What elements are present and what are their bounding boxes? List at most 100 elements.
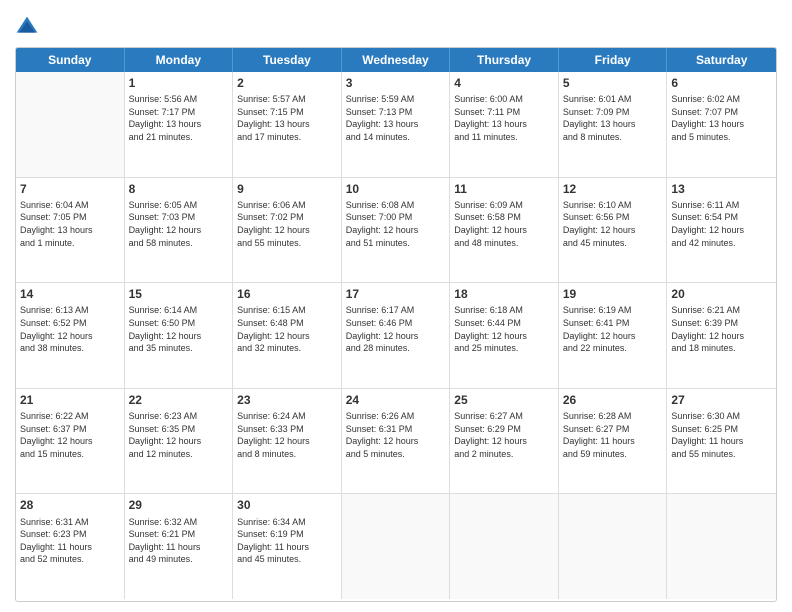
cell-info: Sunrise: 6:00 AM Sunset: 7:11 PM Dayligh… — [454, 93, 554, 143]
cal-cell-day-26: 26 Sunrise: 6:28 AM Sunset: 6:27 PM Dayli… — [559, 389, 668, 494]
header-day-wednesday: Wednesday — [342, 48, 451, 72]
day-number: 2 — [237, 75, 337, 91]
header-day-sunday: Sunday — [16, 48, 125, 72]
day-number: 14 — [20, 286, 120, 302]
cal-row-3: 14 Sunrise: 6:13 AM Sunset: 6:52 PM Dayli… — [16, 283, 776, 389]
cal-cell-day-28: 28Sunrise: 6:31 AM Sunset: 6:23 PM Dayli… — [16, 494, 125, 599]
cal-cell-day-30: 30 Sunrise: 6:34 AM Sunset: 6:19 PM Dayli… — [233, 494, 342, 599]
cell-info: Sunrise: 5:57 AM Sunset: 7:15 PM Dayligh… — [237, 93, 337, 143]
cal-cell-day-13: 13 Sunrise: 6:11 AM Sunset: 6:54 PM Dayli… — [667, 178, 776, 283]
day-number: 15 — [129, 286, 229, 302]
calendar: SundayMondayTuesdayWednesdayThursdayFrid… — [15, 47, 777, 602]
day-number: 18 — [454, 286, 554, 302]
cal-cell-day-16: 16 Sunrise: 6:15 AM Sunset: 6:48 PM Dayli… — [233, 283, 342, 388]
header-day-thursday: Thursday — [450, 48, 559, 72]
cal-cell-day-24: 24 Sunrise: 6:26 AM Sunset: 6:31 PM Dayli… — [342, 389, 451, 494]
cell-info: Sunrise: 6:26 AM Sunset: 6:31 PM Dayligh… — [346, 410, 446, 460]
cal-cell-day-4: 4 Sunrise: 6:00 AM Sunset: 7:11 PM Daylig… — [450, 72, 559, 177]
day-number: 1 — [129, 75, 229, 91]
header-day-monday: Monday — [125, 48, 234, 72]
cal-cell-empty — [559, 494, 668, 599]
cal-cell-day-14: 14 Sunrise: 6:13 AM Sunset: 6:52 PM Dayli… — [16, 283, 125, 388]
cal-row-1: 1 Sunrise: 5:56 AM Sunset: 7:17 PM Daylig… — [16, 72, 776, 178]
cell-info: Sunrise: 6:27 AM Sunset: 6:29 PM Dayligh… — [454, 410, 554, 460]
cal-cell-empty — [16, 72, 125, 177]
day-number: 9 — [237, 181, 337, 197]
day-number: 30 — [237, 497, 337, 513]
header-day-friday: Friday — [559, 48, 668, 72]
day-number: 26 — [563, 392, 663, 408]
cell-info: Sunrise: 6:11 AM Sunset: 6:54 PM Dayligh… — [671, 199, 772, 249]
day-number: 23 — [237, 392, 337, 408]
day-number: 12 — [563, 181, 663, 197]
day-number: 16 — [237, 286, 337, 302]
day-number: 29 — [129, 497, 229, 513]
logo — [15, 15, 43, 39]
cal-row-4: 21 Sunrise: 6:22 AM Sunset: 6:37 PM Dayli… — [16, 389, 776, 495]
cell-info: Sunrise: 6:04 AM Sunset: 7:05 PM Dayligh… — [20, 199, 120, 249]
cell-info: Sunrise: 6:22 AM Sunset: 6:37 PM Dayligh… — [20, 410, 120, 460]
cal-cell-day-12: 12 Sunrise: 6:10 AM Sunset: 6:56 PM Dayli… — [559, 178, 668, 283]
cell-info: Sunrise: 6:28 AM Sunset: 6:27 PM Dayligh… — [563, 410, 663, 460]
day-number: 24 — [346, 392, 446, 408]
day-number: 13 — [671, 181, 772, 197]
cal-cell-empty — [342, 494, 451, 599]
cell-info: Sunrise: 6:21 AM Sunset: 6:39 PM Dayligh… — [671, 304, 772, 354]
cal-cell-empty — [450, 494, 559, 599]
cal-cell-day-7: 7Sunrise: 6:04 AM Sunset: 7:05 PM Daylig… — [16, 178, 125, 283]
cal-cell-day-20: 20Sunrise: 6:21 AM Sunset: 6:39 PM Dayli… — [667, 283, 776, 388]
cell-info: Sunrise: 6:13 AM Sunset: 6:52 PM Dayligh… — [20, 304, 120, 354]
day-number: 4 — [454, 75, 554, 91]
day-number: 6 — [671, 75, 772, 91]
cell-info: Sunrise: 6:30 AM Sunset: 6:25 PM Dayligh… — [671, 410, 772, 460]
cell-info: Sunrise: 6:08 AM Sunset: 7:00 PM Dayligh… — [346, 199, 446, 249]
cal-cell-day-3: 3 Sunrise: 5:59 AM Sunset: 7:13 PM Daylig… — [342, 72, 451, 177]
cal-cell-day-17: 17 Sunrise: 6:17 AM Sunset: 6:46 PM Dayli… — [342, 283, 451, 388]
cell-info: Sunrise: 6:23 AM Sunset: 6:35 PM Dayligh… — [129, 410, 229, 460]
cal-cell-day-11: 11 Sunrise: 6:09 AM Sunset: 6:58 PM Dayli… — [450, 178, 559, 283]
cell-info: Sunrise: 6:19 AM Sunset: 6:41 PM Dayligh… — [563, 304, 663, 354]
cell-info: Sunrise: 6:24 AM Sunset: 6:33 PM Dayligh… — [237, 410, 337, 460]
calendar-body: 1 Sunrise: 5:56 AM Sunset: 7:17 PM Daylig… — [16, 72, 776, 599]
cal-cell-day-1: 1 Sunrise: 5:56 AM Sunset: 7:17 PM Daylig… — [125, 72, 234, 177]
cell-info: Sunrise: 6:10 AM Sunset: 6:56 PM Dayligh… — [563, 199, 663, 249]
day-number: 8 — [129, 181, 229, 197]
header-day-saturday: Saturday — [667, 48, 776, 72]
cal-cell-day-21: 21 Sunrise: 6:22 AM Sunset: 6:37 PM Dayli… — [16, 389, 125, 494]
cal-row-5: 28Sunrise: 6:31 AM Sunset: 6:23 PM Dayli… — [16, 494, 776, 599]
cal-cell-empty — [667, 494, 776, 599]
cell-info: Sunrise: 6:32 AM Sunset: 6:21 PM Dayligh… — [129, 516, 229, 566]
cell-info: Sunrise: 6:01 AM Sunset: 7:09 PM Dayligh… — [563, 93, 663, 143]
cal-cell-day-22: 22 Sunrise: 6:23 AM Sunset: 6:35 PM Dayli… — [125, 389, 234, 494]
cal-cell-day-10: 10Sunrise: 6:08 AM Sunset: 7:00 PM Dayli… — [342, 178, 451, 283]
cal-cell-day-27: 27 Sunrise: 6:30 AM Sunset: 6:25 PM Dayli… — [667, 389, 776, 494]
page: SundayMondayTuesdayWednesdayThursdayFrid… — [0, 0, 792, 612]
cal-cell-day-19: 19Sunrise: 6:19 AM Sunset: 6:41 PM Dayli… — [559, 283, 668, 388]
cal-cell-day-9: 9 Sunrise: 6:06 AM Sunset: 7:02 PM Daylig… — [233, 178, 342, 283]
cal-cell-day-18: 18Sunrise: 6:18 AM Sunset: 6:44 PM Dayli… — [450, 283, 559, 388]
cell-info: Sunrise: 6:17 AM Sunset: 6:46 PM Dayligh… — [346, 304, 446, 354]
cell-info: Sunrise: 6:05 AM Sunset: 7:03 PM Dayligh… — [129, 199, 229, 249]
header-day-tuesday: Tuesday — [233, 48, 342, 72]
cell-info: Sunrise: 6:09 AM Sunset: 6:58 PM Dayligh… — [454, 199, 554, 249]
cell-info: Sunrise: 6:02 AM Sunset: 7:07 PM Dayligh… — [671, 93, 772, 143]
day-number: 22 — [129, 392, 229, 408]
day-number: 11 — [454, 181, 554, 197]
cell-info: Sunrise: 5:59 AM Sunset: 7:13 PM Dayligh… — [346, 93, 446, 143]
cal-cell-day-25: 25Sunrise: 6:27 AM Sunset: 6:29 PM Dayli… — [450, 389, 559, 494]
cal-cell-day-6: 6 Sunrise: 6:02 AM Sunset: 7:07 PM Daylig… — [667, 72, 776, 177]
cal-cell-day-8: 8 Sunrise: 6:05 AM Sunset: 7:03 PM Daylig… — [125, 178, 234, 283]
day-number: 3 — [346, 75, 446, 91]
cell-info: Sunrise: 6:34 AM Sunset: 6:19 PM Dayligh… — [237, 516, 337, 566]
day-number: 17 — [346, 286, 446, 302]
day-number: 27 — [671, 392, 772, 408]
day-number: 21 — [20, 392, 120, 408]
cal-cell-day-15: 15Sunrise: 6:14 AM Sunset: 6:50 PM Dayli… — [125, 283, 234, 388]
cal-row-2: 7Sunrise: 6:04 AM Sunset: 7:05 PM Daylig… — [16, 178, 776, 284]
cell-info: Sunrise: 6:06 AM Sunset: 7:02 PM Dayligh… — [237, 199, 337, 249]
cell-info: Sunrise: 6:31 AM Sunset: 6:23 PM Dayligh… — [20, 516, 120, 566]
day-number: 5 — [563, 75, 663, 91]
cell-info: Sunrise: 5:56 AM Sunset: 7:17 PM Dayligh… — [129, 93, 229, 143]
header — [15, 15, 777, 39]
cell-info: Sunrise: 6:15 AM Sunset: 6:48 PM Dayligh… — [237, 304, 337, 354]
